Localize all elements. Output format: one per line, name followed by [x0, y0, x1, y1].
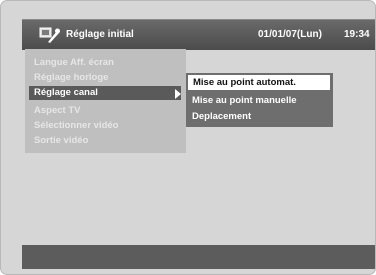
- menu-item-canal[interactable]: Réglage canal: [29, 86, 181, 100]
- time-display: 19:34: [344, 29, 370, 40]
- sub-menu: Mise au point automat. Mise au point man…: [186, 73, 333, 127]
- page-title: Réglage initial: [66, 29, 134, 40]
- menu-item-horloge[interactable]: Réglage horloge: [34, 71, 108, 85]
- submenu-item-auto[interactable]: Mise au point automat.: [188, 75, 330, 90]
- main-menu: Langue Aff. écran Réglage horloge Réglag…: [25, 49, 186, 153]
- date-display: 01/01/07(Lun): [258, 29, 322, 40]
- setup-tools-icon: [39, 27, 60, 43]
- menu-item-selectionner-video[interactable]: Sélectionner vidéo: [34, 119, 118, 133]
- submenu-arrow-icon: [175, 89, 181, 99]
- status-bar: [22, 245, 375, 269]
- submenu-item-manual[interactable]: Mise au point manuelle: [192, 93, 297, 108]
- submenu-item-deplacement[interactable]: Deplacement: [192, 109, 251, 124]
- title-bar: Réglage initial 01/01/07(Lun) 19:34: [22, 19, 375, 50]
- menu-item-aspect-tv[interactable]: Aspect TV: [34, 104, 80, 118]
- menu-item-langue[interactable]: Langue Aff. écran: [34, 56, 114, 70]
- osd-screen: Réglage initial 01/01/07(Lun) 19:34 Lang…: [0, 0, 376, 275]
- menu-item-sortie-video[interactable]: Sortie vidéo: [34, 134, 88, 148]
